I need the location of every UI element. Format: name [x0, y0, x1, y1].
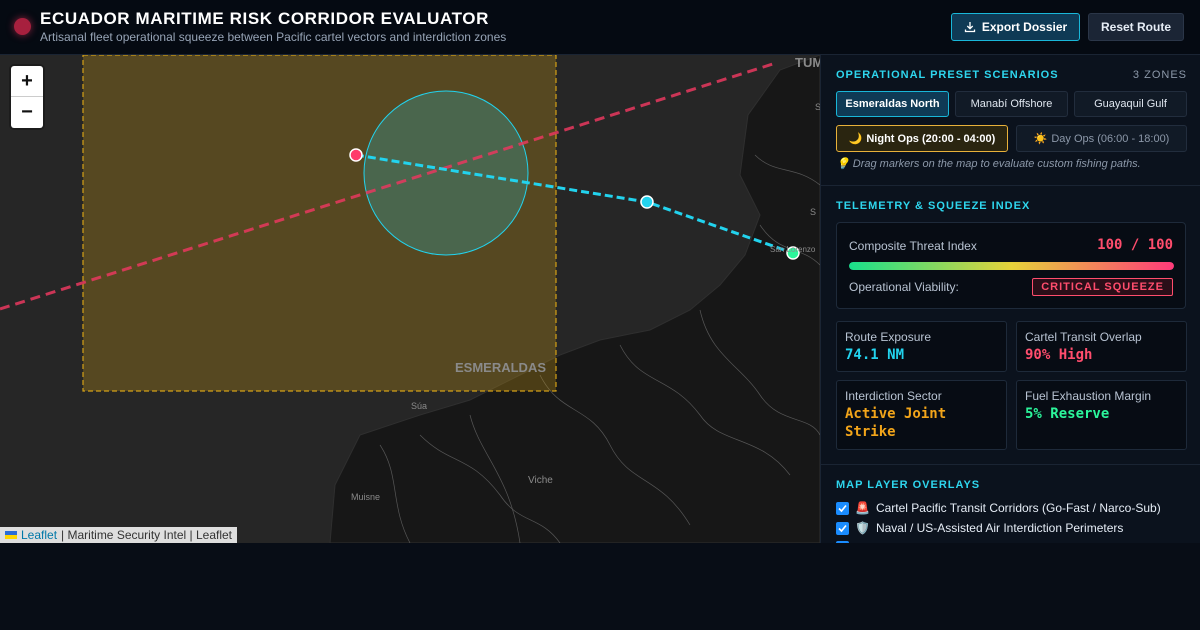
page-background: [0, 543, 1200, 630]
checkbox-checked[interactable]: [836, 521, 849, 535]
threat-index-fill: [849, 262, 1174, 270]
viability-label: Operational Viability:: [849, 280, 959, 294]
threat-index-card: Composite Threat Index 100 / 100 Operati…: [836, 222, 1186, 309]
export-dossier-button[interactable]: Export Dossier: [951, 13, 1080, 41]
drag-hint: 💡 Drag markers on the map to evaluate cu…: [836, 157, 1141, 170]
route-waypoint-marker[interactable]: [640, 195, 654, 209]
route-start-marker[interactable]: [349, 148, 363, 162]
zones-count: 3 ZONES: [1132, 69, 1187, 81]
day-ops-toggle[interactable]: ☀️ Day Ops (06:00 - 18:00): [1016, 125, 1187, 152]
map-layers: ESMERALDAS TUM Súa Muisne Viche San Lore…: [0, 55, 820, 543]
status-indicator: [14, 18, 31, 35]
moon-icon: 🌙: [848, 133, 863, 145]
download-icon: [964, 22, 975, 33]
metric-label: Cartel Transit Overlap: [1025, 330, 1142, 344]
reset-route-button[interactable]: Reset Route: [1088, 13, 1184, 41]
place-label-tumaco: TUM: [795, 55, 820, 70]
metric-value: 90% High: [1025, 347, 1093, 363]
metric-label: Route Exposure: [845, 330, 932, 344]
attribution-text: | Maritime Security Intel | Leaflet: [61, 528, 232, 542]
zoom-in-button[interactable]: +: [11, 66, 43, 97]
metric-value: 74.1 NM: [845, 347, 905, 363]
metric-route-exposure: Route Exposure 74.1 NM: [836, 321, 1007, 372]
control-panel: OPERATIONAL PRESET SCENARIOS 3 ZONES Esm…: [820, 55, 1200, 543]
map-attribution: Leaflet | Maritime Security Intel | Leaf…: [0, 527, 237, 543]
divider: [821, 185, 1200, 186]
ukraine-flag-icon: [5, 531, 17, 539]
leaflet-link[interactable]: Leaflet: [21, 528, 57, 542]
shield-icon: 🛡️: [855, 521, 870, 535]
status-badge: CRITICAL SQUEEZE: [1032, 278, 1173, 296]
threat-index-value: 100 / 100: [1097, 237, 1173, 253]
metric-label: Interdiction Sector: [845, 389, 942, 403]
scenarios-section: OPERATIONAL PRESET SCENARIOS 3 ZONES Esm…: [821, 55, 1200, 185]
drag-hint-text: Drag markers on the map to evaluate cust…: [852, 158, 1141, 170]
place-label-san-lorenzo: San Lorenzo: [770, 245, 816, 254]
place-label-esmeraldas: ESMERALDAS: [455, 360, 546, 375]
metric-label: Fuel Exhaustion Margin: [1025, 389, 1152, 403]
night-ops-toggle[interactable]: 🌙 Night Ops (20:00 - 04:00): [836, 125, 1008, 152]
metric-cartel-overlap: Cartel Transit Overlap 90% High: [1016, 321, 1187, 372]
divider: [821, 464, 1200, 465]
lightbulb-icon: 💡: [836, 158, 850, 170]
app-header: ECUADOR MARITIME RISK CORRIDOR EVALUATOR…: [0, 0, 1200, 55]
layer-interdiction-perimeters[interactable]: 🛡️ Naval / US-Assisted Air Interdiction …: [836, 521, 1123, 535]
threat-index-label: Composite Threat Index: [849, 239, 977, 253]
layers-title: MAP LAYER OVERLAYS: [836, 479, 981, 491]
metric-fuel-margin: Fuel Exhaustion Margin 5% Reserve: [1016, 380, 1187, 450]
preset-manabi-offshore[interactable]: Manabí Offshore: [955, 91, 1068, 117]
preset-esmeraldas-north[interactable]: Esmeraldas North: [836, 91, 949, 117]
siren-icon: 🚨: [855, 501, 870, 515]
place-label-viche: Viche: [528, 475, 553, 486]
layer-label: Naval / US-Assisted Air Interdiction Per…: [875, 521, 1124, 535]
export-label: Export Dossier: [981, 20, 1068, 34]
zoom-out-button[interactable]: −: [11, 97, 43, 127]
app-subtitle: Artisanal fleet operational squeeze betw…: [40, 30, 507, 44]
sun-icon: ☀️: [1033, 133, 1048, 145]
preset-guayaquil-gulf[interactable]: Guayaquil Gulf: [1074, 91, 1187, 117]
threat-index-bar: [849, 262, 1174, 270]
scenarios-title: OPERATIONAL PRESET SCENARIOS: [836, 69, 1059, 81]
metric-value: 5% Reserve: [1025, 406, 1110, 422]
app-title: ECUADOR MARITIME RISK CORRIDOR EVALUATOR: [40, 9, 489, 28]
place-label-muisne: Muisne: [351, 492, 380, 502]
map-canvas[interactable]: ESMERALDAS TUM Súa Muisne Viche San Lore…: [0, 55, 820, 543]
layer-label: Cartel Pacific Transit Corridors (Go-Fas…: [875, 501, 1161, 515]
zoom-control: + −: [11, 66, 43, 128]
patrol-radius: [363, 90, 529, 256]
layer-cartel-corridors[interactable]: 🚨 Cartel Pacific Transit Corridors (Go-F…: [836, 501, 1161, 515]
telemetry-title: TELEMETRY & SQUEEZE INDEX: [836, 200, 1031, 212]
night-ops-label: Night Ops (20:00 - 04:00): [866, 132, 996, 145]
metric-interdiction-sector: Interdiction Sector Active Joint Strike: [836, 380, 1007, 450]
day-ops-label: Day Ops (06:00 - 18:00): [1051, 132, 1170, 145]
checkbox-checked[interactable]: [836, 501, 849, 515]
metric-value: Active Joint Strike: [845, 406, 947, 440]
place-label-edge-2: S: [810, 207, 816, 217]
place-label-sua: Súa: [411, 401, 427, 411]
